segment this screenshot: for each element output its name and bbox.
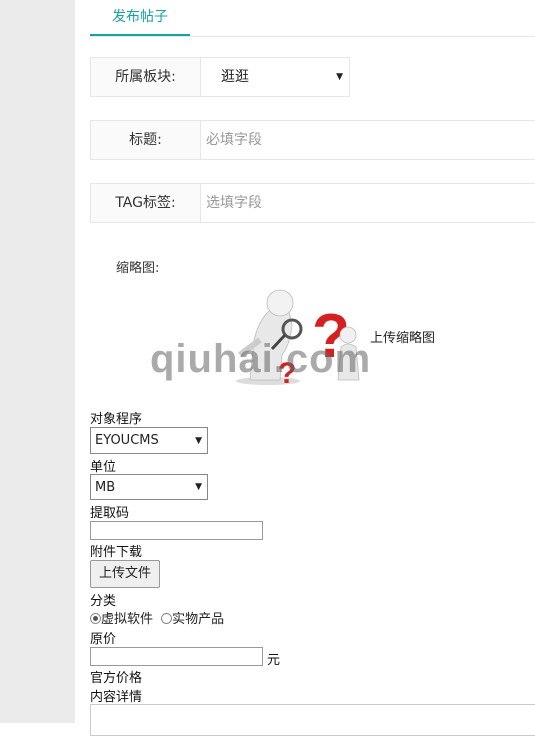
left-sidebar [0, 0, 75, 723]
upload-file-button[interactable]: 上传文件 [90, 560, 160, 588]
radio-physical-product-label: 实物产品 [172, 612, 225, 627]
unit-value: MB [95, 480, 116, 495]
price-label: 原价 [90, 632, 117, 647]
upload-thumbnail-text[interactable]: 上传缩略图 [370, 327, 435, 346]
category-radio-group: 虚拟软件 实物产品 [90, 608, 224, 627]
board-label: 所属板块: [91, 58, 201, 96]
attachment-label: 附件下载 [90, 545, 143, 560]
thumbnail-label: 缩略图: [116, 261, 160, 276]
title-row: 标题: 必填字段 [90, 120, 535, 160]
chevron-down-icon: ▼ [336, 72, 343, 82]
unit-label: 单位 [90, 460, 117, 475]
radio-virtual-software-label: 虚拟软件 [101, 612, 154, 627]
watermark: qiuhai.com [150, 337, 372, 381]
board-select[interactable]: 逛逛 ▼ [201, 58, 349, 96]
target-program-select[interactable]: EYOUCMS ▼ [90, 427, 208, 454]
code-input[interactable] [90, 521, 263, 540]
radio-physical-product[interactable] [161, 613, 173, 624]
category-label: 分类 [90, 594, 117, 609]
chevron-down-icon: ▼ [195, 482, 202, 492]
tag-label: TAG标签: [91, 184, 201, 222]
target-program-label: 对象程序 [90, 412, 143, 427]
target-program-value: EYOUCMS [95, 433, 159, 448]
tag-row: TAG标签: 选填字段 [90, 183, 535, 223]
chevron-down-icon: ▼ [195, 436, 202, 446]
details-editor[interactable] [90, 704, 535, 736]
code-label: 提取码 [90, 506, 130, 521]
tab-bar: 发布帖子 [90, 0, 535, 37]
price-input[interactable] [90, 647, 263, 666]
tag-input[interactable]: 选填字段 [201, 184, 535, 222]
details-label: 内容详情 [90, 690, 143, 705]
price-unit: 元 [267, 653, 281, 668]
official-price-label: 官方价格 [90, 671, 143, 686]
title-input[interactable]: 必填字段 [201, 121, 535, 159]
unit-select[interactable]: MB ▼ [90, 474, 208, 500]
radio-virtual-software[interactable] [90, 613, 101, 624]
board-select-row: 所属板块: 逛逛 ▼ [90, 57, 350, 97]
tab-publish-post[interactable]: 发布帖子 [90, 0, 190, 36]
main-panel: 发布帖子 所属板块: 逛逛 ▼ 标题: 必填字段 TAG标签: 选填字段 缩略图… [75, 0, 535, 736]
board-select-value: 逛逛 [221, 69, 249, 85]
title-label: 标题: [91, 121, 201, 159]
